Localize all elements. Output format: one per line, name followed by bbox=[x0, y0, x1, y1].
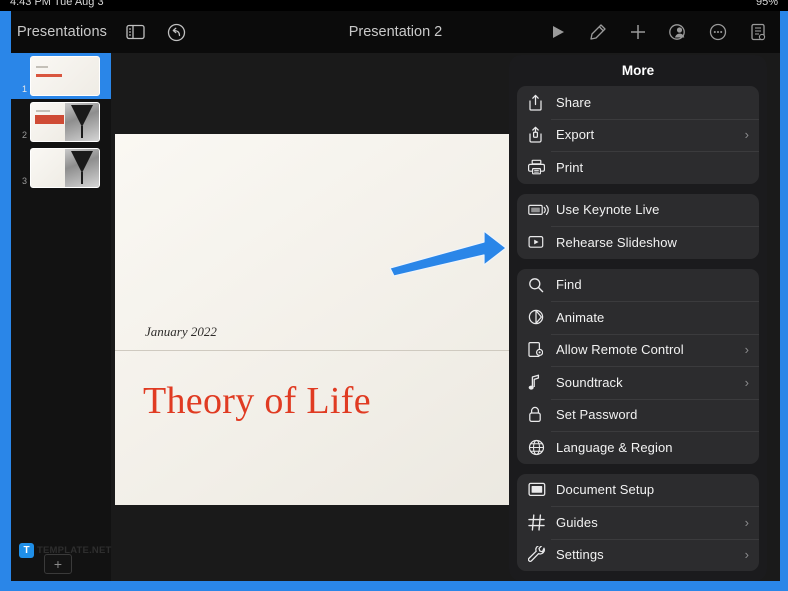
view-options-icon[interactable] bbox=[124, 20, 148, 44]
animate-icon bbox=[528, 308, 549, 326]
menu-item-label: Set Password bbox=[556, 407, 638, 423]
export-icon bbox=[528, 126, 549, 144]
markup-pen-icon[interactable] bbox=[586, 20, 610, 44]
slide-thumbnail-2[interactable]: 2 bbox=[11, 99, 111, 145]
wrench-icon bbox=[528, 546, 549, 564]
slide-thumbnail-preview bbox=[30, 102, 100, 142]
menu-group-1: Share Export › Print bbox=[517, 86, 759, 184]
print-icon bbox=[528, 158, 549, 176]
menu-group-4: Document Setup Guides › Settings › bbox=[517, 473, 759, 572]
menu-group-2: Use Keynote Live Rehearse Slideshow bbox=[517, 193, 759, 259]
menu-item-label: Print bbox=[556, 159, 584, 175]
back-to-presentations-button[interactable]: Presentations bbox=[17, 24, 107, 40]
slide-navigator: 1 2 3 T TEMPLATE.NET + bbox=[11, 53, 111, 581]
thumbnail-text-area bbox=[31, 57, 99, 95]
collaborate-icon[interactable] bbox=[666, 20, 690, 44]
chevron-right-icon: › bbox=[744, 374, 749, 390]
add-icon[interactable] bbox=[626, 20, 650, 44]
menu-item-label: Export bbox=[556, 127, 595, 143]
share-icon bbox=[528, 93, 549, 111]
music-note-icon bbox=[528, 373, 549, 391]
slide-thumbnail-preview bbox=[30, 56, 100, 96]
menu-item-use-keynote-live[interactable]: Use Keynote Live bbox=[517, 194, 759, 227]
menu-item-settings[interactable]: Settings › bbox=[517, 538, 759, 572]
highlight-frame-left bbox=[0, 0, 11, 591]
highlight-frame-bottom bbox=[0, 581, 788, 591]
menu-item-label: Find bbox=[556, 277, 582, 293]
menu-group-3: Find Animate Allow Remote Control › Soundtra… bbox=[517, 268, 759, 464]
menu-item-label: Animate bbox=[556, 309, 605, 325]
search-icon bbox=[528, 276, 549, 294]
rehearse-icon bbox=[528, 233, 549, 251]
menu-item-label: Guides bbox=[556, 514, 598, 530]
more-menu-popover: More Share Export › Print Use Keynote Live Re… bbox=[509, 55, 767, 581]
status-bar-time: 4:43 PM Tue Aug 3 bbox=[10, 0, 104, 8]
chevron-right-icon: › bbox=[744, 547, 749, 563]
menu-item-label: Language & Region bbox=[556, 439, 673, 455]
keynote-app-window: 4:43 PM Tue Aug 3 95% Presentation 2 Pre… bbox=[0, 0, 788, 591]
play-icon[interactable] bbox=[546, 20, 570, 44]
menu-item-allow-remote-control[interactable]: Allow Remote Control › bbox=[517, 333, 759, 367]
toolbar-left-group: Presentations bbox=[11, 20, 189, 44]
menu-item-label: Share bbox=[556, 94, 592, 110]
menu-item-label: Document Setup bbox=[556, 482, 655, 498]
menu-item-animate[interactable]: Animate bbox=[517, 301, 759, 334]
menu-item-label: Settings bbox=[556, 547, 604, 563]
slide-number-label: 3 bbox=[21, 176, 27, 186]
globe-icon bbox=[528, 438, 549, 456]
menu-item-find[interactable]: Find bbox=[517, 269, 759, 302]
highlight-frame-right bbox=[780, 0, 788, 591]
more-menu-title: More bbox=[621, 63, 655, 78]
menu-item-label: Rehearse Slideshow bbox=[556, 234, 678, 250]
thumbnail-text-area bbox=[31, 149, 65, 187]
menu-item-guides[interactable]: Guides › bbox=[517, 506, 759, 539]
menu-item-label: Use Keynote Live bbox=[556, 202, 660, 218]
menu-item-document-setup[interactable]: Document Setup bbox=[517, 474, 759, 507]
status-bar-battery: 95% bbox=[755, 0, 778, 8]
slide-thumbnail-1[interactable]: 1 bbox=[11, 53, 111, 99]
thumbnail-image-area bbox=[65, 103, 99, 141]
slide-title-text[interactable]: Theory of Life bbox=[143, 379, 371, 423]
slide-number-label: 2 bbox=[21, 130, 27, 140]
document-icon[interactable] bbox=[746, 20, 770, 44]
status-bar: 4:43 PM Tue Aug 3 95% bbox=[0, 0, 788, 11]
thumbnail-text-area bbox=[31, 103, 65, 141]
menu-item-share[interactable]: Share bbox=[517, 86, 759, 119]
more-menu-groups: Share Export › Print Use Keynote Live Rehears… bbox=[509, 86, 767, 571]
slide-date-text[interactable]: January 2022 bbox=[145, 324, 217, 340]
slide-thumbnail-3[interactable]: 3 bbox=[11, 145, 111, 191]
thumbnail-image-area bbox=[65, 149, 99, 187]
chevron-right-icon: › bbox=[744, 514, 749, 530]
remote-control-icon bbox=[528, 341, 549, 359]
undo-icon[interactable] bbox=[165, 20, 189, 44]
slide-thumbnail-list: 1 2 3 bbox=[11, 53, 111, 191]
chevron-right-icon: › bbox=[744, 127, 749, 143]
lock-icon bbox=[528, 406, 549, 424]
slide-thumbnail-preview bbox=[30, 148, 100, 188]
menu-item-label: Soundtrack bbox=[556, 374, 623, 390]
document-setup-icon bbox=[528, 481, 549, 499]
toolbar-right-group bbox=[546, 20, 780, 44]
chevron-right-icon: › bbox=[744, 342, 749, 358]
menu-item-label: Allow Remote Control bbox=[556, 342, 684, 358]
menu-item-print[interactable]: Print bbox=[517, 151, 759, 184]
guides-icon bbox=[528, 513, 549, 531]
navigator-footer: T TEMPLATE.NET + bbox=[11, 535, 111, 581]
menu-item-set-password[interactable]: Set Password bbox=[517, 398, 759, 432]
menu-item-export[interactable]: Export › bbox=[517, 118, 759, 152]
top-toolbar: Presentation 2 Presentations bbox=[11, 11, 780, 53]
keynote-live-icon bbox=[528, 201, 549, 219]
menu-item-rehearse-slideshow[interactable]: Rehearse Slideshow bbox=[517, 226, 759, 259]
watermark-logo-icon: T bbox=[19, 543, 34, 558]
menu-item-language-region[interactable]: Language & Region bbox=[517, 431, 759, 464]
add-slide-button[interactable]: + bbox=[44, 554, 72, 574]
more-icon[interactable] bbox=[706, 20, 730, 44]
slide-number-label: 1 bbox=[21, 84, 27, 94]
menu-item-soundtrack[interactable]: Soundtrack › bbox=[517, 366, 759, 399]
